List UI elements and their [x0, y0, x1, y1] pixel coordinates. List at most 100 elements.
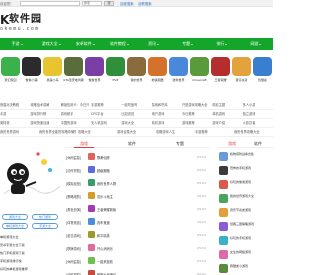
quick-link[interactable]: 游戏合集大全	[117, 129, 136, 134]
left-tag-4[interactable]: 手游大全	[32, 223, 58, 229]
item-title[interactable]: 开心消消乐	[97, 246, 113, 251]
left-tag-1[interactable]: 游戏大全	[2, 214, 28, 220]
item-title[interactable]: 飘渺仙踪	[97, 155, 110, 160]
search-type-select[interactable]: 搜索	[82, 1, 102, 6]
nav-item-tutorials[interactable]: 软件教程	[102, 41, 136, 47]
top-link-baidu[interactable]: 百度搜索	[120, 1, 134, 6]
item-category[interactable]: [动作冒险]	[66, 168, 81, 173]
hot-tab-software[interactable]: 软件	[254, 141, 262, 147]
list-item[interactable]: [模拟经营] 我的世界人物 05-01	[66, 176, 210, 189]
quick-link[interactable]: 单机游戏	[212, 111, 225, 116]
quick-link[interactable]: 攻略大全	[78, 129, 91, 134]
game-tile[interactable]: minecraft	[189, 57, 210, 82]
list-item[interactable]: [动作冒险] 超级跑跑 05-01	[66, 163, 210, 176]
quick-link[interactable]: 我的世界攻略大全	[234, 129, 260, 134]
quick-link[interactable]: 一起吃饭吗	[121, 102, 137, 107]
item-title[interactable]: 和平精英	[97, 233, 110, 238]
left-link-2[interactable]: 安卓手游大全下载	[0, 242, 25, 247]
game-tile[interactable]: GTA圣安地列斯	[63, 57, 84, 82]
nav-item-online-games[interactable]: 网游	[239, 41, 273, 47]
quick-link[interactable]: 游戏快速加速	[30, 120, 49, 125]
top-link-google[interactable]: 谷歌搜索	[138, 1, 152, 6]
quick-link[interactable]: 多人小游	[243, 102, 256, 107]
quick-link[interactable]: 游戏推荐	[182, 120, 195, 125]
game-tile[interactable]: 迷你世界	[168, 57, 189, 82]
item-title[interactable]: 欢乐斗地主	[97, 194, 113, 199]
left-tag-2[interactable]: 热门游戏	[32, 214, 58, 220]
quick-link[interactable]: 奥特曼	[0, 120, 10, 125]
nav-item-games[interactable]: 游戏大全	[34, 41, 68, 47]
item-category[interactable]: [体育竞技]	[66, 220, 81, 225]
game-tile[interactable]: 地铁跑酷	[147, 57, 168, 82]
list-item[interactable]: [射击游戏] 和平精英 05-01	[66, 228, 210, 241]
list-item[interactable]: [棋牌游戏] 开心消消乐 05-01	[66, 241, 210, 254]
list-item[interactable]: [体育竞技] 赛车竞速 05-01	[66, 215, 210, 228]
nav-item-topics[interactable]: 专题	[171, 41, 205, 47]
quick-link[interactable]: 攻略游戏人生	[156, 129, 175, 134]
quick-link[interactable]: 无人机游戏	[91, 120, 107, 125]
hot-item[interactable]: 经典三国策略游戏	[218, 220, 273, 234]
list-item[interactable]: [休闲益智] 飘渺仙踪 05-01	[66, 150, 210, 163]
quick-link[interactable]: 熊猫对决教程	[0, 102, 19, 107]
game-tile[interactable]: 像素世界	[84, 57, 105, 82]
game-tile[interactable]: 蛋仔派对	[231, 57, 252, 82]
quick-link[interactable]: 探索和吃鸡	[152, 102, 168, 107]
promo-illustration[interactable]	[0, 140, 62, 214]
game-tile[interactable]: 王者荣耀	[210, 57, 231, 82]
left-link-5[interactable]: 好玩的单机游戏推荐	[0, 266, 28, 271]
tab-software[interactable]: 软件	[128, 141, 136, 147]
quick-link[interactable]: 今日推荐	[182, 111, 195, 116]
item-title[interactable]: 超级跑跑	[97, 168, 110, 173]
quick-link[interactable]: 手游推荐	[195, 129, 208, 134]
game-tile[interactable]: 我的世界	[126, 57, 147, 82]
item-title[interactable]: 王者荣耀新版	[97, 207, 116, 212]
quick-link[interactable]: CPS平台	[91, 111, 104, 116]
hot-item[interactable]: 音乐节奏类游戏	[218, 206, 273, 220]
quick-link[interactable]: 游戏助手	[61, 111, 74, 116]
game-tile[interactable]: 饥饿鲨	[252, 57, 273, 82]
quick-link[interactable]: 精彩主题	[212, 102, 225, 107]
list-item[interactable]: [策略塔防] 欢乐斗地主 05-01	[66, 189, 210, 202]
item-category[interactable]: [棋牌游戏]	[66, 246, 81, 251]
game-tile[interactable]: 像素小镇	[21, 57, 42, 82]
item-category[interactable]: [策略塔防]	[66, 194, 81, 199]
top-search-input[interactable]	[20, 1, 80, 6]
nav-item-news[interactable]: 资讯	[137, 41, 171, 47]
game-tile[interactable]: 梦幻家园	[0, 57, 21, 82]
item-title[interactable]: 赛车竞速	[97, 220, 110, 225]
left-tag-3[interactable]: 单机游戏大全	[2, 223, 28, 229]
list-item[interactable]: [动作冒险] 植物大战僵尸 05-01	[66, 267, 210, 275]
item-title[interactable]: 我的世界人物	[97, 181, 116, 186]
item-category[interactable]: [模拟经营]	[66, 181, 81, 186]
item-category[interactable]: [休闲益智]	[66, 259, 81, 264]
quick-link[interactable]: 我的世界游戏	[0, 129, 19, 134]
hot-item[interactable]: 跑酷类小游戏	[218, 262, 273, 275]
game-tile[interactable]: 暴躁小鸟	[42, 57, 63, 82]
quick-link[interactable]: 游戏排行榜	[30, 111, 46, 116]
hot-item[interactable]: 女生的网络游戏	[218, 248, 273, 262]
hot-item[interactable]: 好玩的手机游戏	[218, 234, 273, 248]
quick-link[interactable]: 我的世界全能的攻略你懂的	[39, 129, 76, 134]
left-link-1[interactable]: 单机游戏大全	[0, 234, 19, 239]
quick-link[interactable]: 攻略战术讲解	[30, 102, 49, 107]
nav-item-mobile-games[interactable]: 手游	[0, 41, 34, 47]
top-search-button[interactable]: 搜	[104, 1, 114, 6]
site-logo[interactable]: K 软件园 okemu.com	[0, 13, 70, 35]
quick-link[interactable]: 解锁信用卡：今日只	[61, 102, 89, 107]
quick-link[interactable]: 游戏大全	[121, 120, 134, 125]
nav-item-rankings[interactable]: 排行	[205, 41, 239, 47]
item-category[interactable]: [休闲益智]	[66, 155, 81, 160]
quick-link[interactable]: 手游	[0, 111, 6, 116]
quick-link[interactable]: 用户游戏	[152, 111, 165, 116]
quick-link[interactable]: 手游推荐	[91, 102, 104, 107]
item-category[interactable]: [角色扮演]	[66, 207, 81, 212]
nav-item-android-software[interactable]: 安卓软件	[68, 41, 102, 47]
quick-link[interactable]: 独立游戏	[243, 111, 256, 116]
left-link-4[interactable]: 手机游戏排行榜	[0, 258, 22, 263]
quick-link[interactable]: 比如说说	[121, 111, 134, 116]
game-tile[interactable]: PVZ	[105, 57, 126, 82]
hot-item[interactable]: 好玩的像素游戏	[218, 178, 273, 192]
quick-link[interactable]: 精彩游戏	[152, 120, 165, 125]
item-title[interactable]: 一起来捉妖	[97, 259, 113, 264]
quick-link[interactable]: 中国的游戏	[61, 120, 77, 125]
